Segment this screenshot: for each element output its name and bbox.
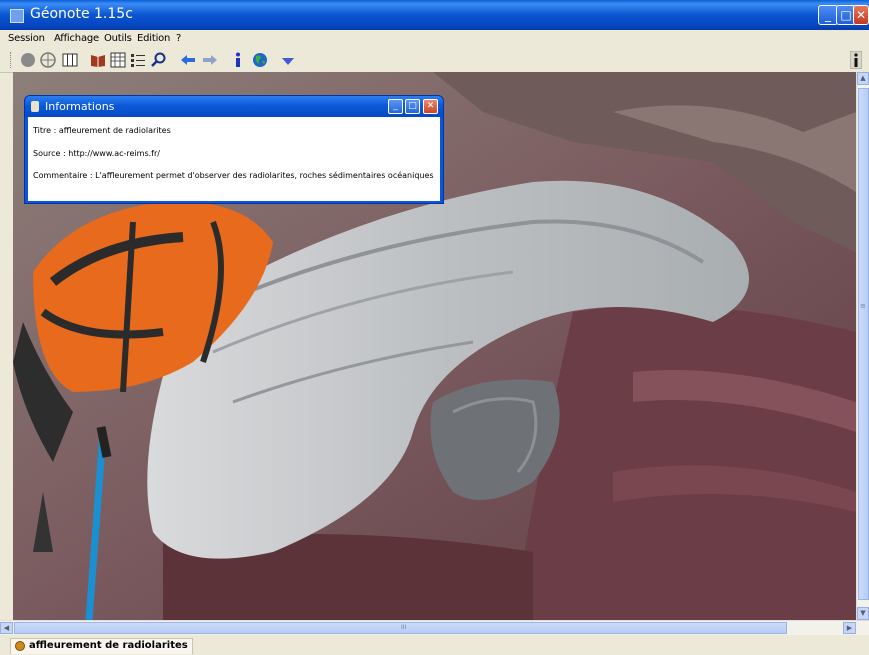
vertical-scroll-thumb[interactable]: ≡ xyxy=(858,88,869,600)
menu-edition[interactable]: Edition xyxy=(137,33,170,44)
list-icon[interactable] xyxy=(130,52,146,68)
informations-dialog: Informations _ □ ✕ Titre : affleurement … xyxy=(24,95,444,204)
magnifier-icon[interactable] xyxy=(150,52,166,68)
app-icon xyxy=(10,9,24,23)
dialog-close-button[interactable]: ✕ xyxy=(423,99,438,114)
scroll-up-arrow[interactable]: ▲ xyxy=(857,72,869,85)
title-bar: Géonote 1.15c _ □ ✕ xyxy=(0,0,869,30)
horizontal-grip: III xyxy=(401,624,407,631)
dialog-title-bar[interactable]: Informations _ □ ✕ xyxy=(25,96,443,117)
dialog-body: Titre : affleurement de radiolarites Sou… xyxy=(28,117,440,201)
window-title: Géonote 1.15c xyxy=(30,6,133,22)
dialog-title: Informations xyxy=(45,100,115,113)
document-icon xyxy=(15,641,25,651)
arrow-down-icon[interactable] xyxy=(280,52,296,68)
circle-grey-icon[interactable] xyxy=(20,52,36,68)
info-commentaire: Commentaire : L'affleurement permet d'ob… xyxy=(33,171,434,180)
close-button[interactable]: ✕ xyxy=(853,5,869,25)
document-tab-label: affleurement de radiolarites xyxy=(29,640,188,651)
info-source: Source : http://www.ac-reims.fr/ xyxy=(33,149,160,158)
book-icon[interactable] xyxy=(90,52,106,68)
target-icon[interactable] xyxy=(40,52,56,68)
menu-outils[interactable]: Outils xyxy=(104,33,132,44)
horizontal-scrollbar[interactable]: ◀ III ▶ xyxy=(0,620,869,635)
menu-help[interactable]: ? xyxy=(176,33,181,44)
scroll-right-arrow[interactable]: ▶ xyxy=(843,622,856,634)
minimize-button[interactable]: _ xyxy=(818,5,838,25)
vertical-grip: ≡ xyxy=(860,302,866,310)
vertical-scrollbar[interactable]: ▲ ≡ ▼ xyxy=(856,72,869,620)
grid-icon[interactable] xyxy=(110,52,126,68)
menu-session[interactable]: Session xyxy=(8,33,45,44)
status-bar: affleurement de radiolarites xyxy=(0,635,869,655)
document-tab[interactable]: affleurement de radiolarites xyxy=(10,638,193,654)
globe-icon[interactable] xyxy=(252,52,268,68)
dialog-minimize-button[interactable]: _ xyxy=(388,99,403,114)
toolbar-grip xyxy=(10,52,13,68)
scroll-down-arrow[interactable]: ▼ xyxy=(857,607,869,620)
menu-bar: Session Affichage Outils Edition ? xyxy=(0,30,869,48)
toolbar xyxy=(0,48,869,73)
menu-affichage[interactable]: Affichage xyxy=(54,33,99,44)
arrow-right-icon[interactable] xyxy=(202,52,218,68)
arrow-left-icon[interactable] xyxy=(180,52,196,68)
scroll-left-arrow[interactable]: ◀ xyxy=(0,622,13,634)
dialog-icon xyxy=(31,101,39,112)
info-panel-icon[interactable] xyxy=(850,51,862,69)
horizontal-scroll-thumb[interactable]: III xyxy=(14,622,787,634)
info-titre: Titre : affleurement de radiolarites xyxy=(33,126,171,135)
columns-icon[interactable] xyxy=(62,52,78,68)
info-icon[interactable] xyxy=(230,52,246,68)
dialog-maximize-button[interactable]: □ xyxy=(405,99,420,114)
